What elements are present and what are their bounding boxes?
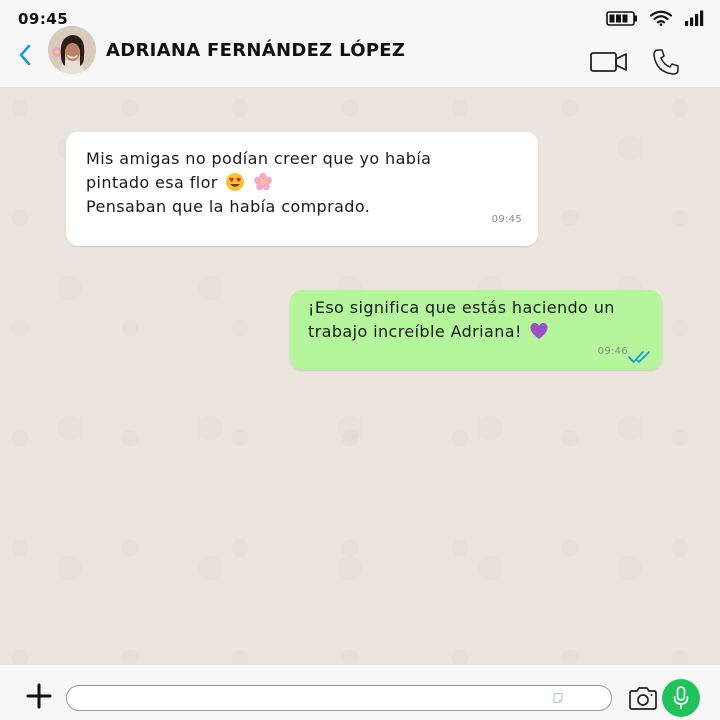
message-bubble-outgoing[interactable]: ¡Eso significa que estás haciendo un tra… bbox=[290, 290, 662, 370]
message-text-line: trabajo increíble Adriana! bbox=[308, 322, 522, 341]
message-composer bbox=[0, 664, 720, 720]
message-text-line: Mis amigas no podían creer que yo había bbox=[86, 149, 432, 168]
read-ticks-icon bbox=[628, 351, 650, 363]
wifi-icon bbox=[650, 10, 672, 26]
purple-heart-emoji bbox=[530, 322, 548, 339]
signal-icon bbox=[685, 10, 704, 26]
camera-icon[interactable] bbox=[628, 685, 658, 711]
video-call-icon[interactable] bbox=[590, 50, 628, 74]
chat-header: ADRIANA FERNÁNDEZ LÓPEZ bbox=[0, 26, 720, 88]
microphone-button[interactable] bbox=[662, 679, 700, 717]
battery-icon bbox=[606, 10, 637, 26]
avatar-portrait bbox=[48, 26, 96, 74]
message-text-line-with-emoji: trabajo increíble Adriana! bbox=[308, 320, 644, 344]
chat-area[interactable]: Mis amigas no podían creer que yo había … bbox=[0, 88, 720, 664]
message-timestamp: 09:46 bbox=[597, 346, 628, 357]
phone-icon[interactable] bbox=[652, 48, 680, 76]
cherry-blossom-emoji bbox=[253, 172, 272, 191]
message-text-line: pintado esa flor bbox=[86, 173, 218, 192]
sticker-icon[interactable] bbox=[552, 692, 564, 704]
message-input[interactable] bbox=[66, 685, 612, 711]
microphone-icon bbox=[673, 686, 689, 710]
avatar[interactable] bbox=[48, 26, 96, 74]
status-time: 09:45 bbox=[18, 10, 69, 28]
message-timestamp: 09:45 bbox=[491, 214, 522, 225]
message-bubble-incoming[interactable]: Mis amigas no podían creer que yo había … bbox=[66, 132, 538, 246]
heart-eyes-emoji bbox=[226, 173, 245, 191]
message-text-line-with-emoji: pintado esa flor bbox=[86, 171, 518, 195]
status-icons bbox=[606, 10, 706, 26]
back-icon[interactable] bbox=[14, 42, 36, 68]
message-text-line: Pensaban que la había comprado. bbox=[86, 197, 371, 216]
message-text-line: ¡Eso significa que estás haciendo un bbox=[308, 298, 615, 317]
contact-name[interactable]: ADRIANA FERNÁNDEZ LÓPEZ bbox=[106, 40, 405, 61]
plus-icon[interactable] bbox=[26, 683, 52, 709]
